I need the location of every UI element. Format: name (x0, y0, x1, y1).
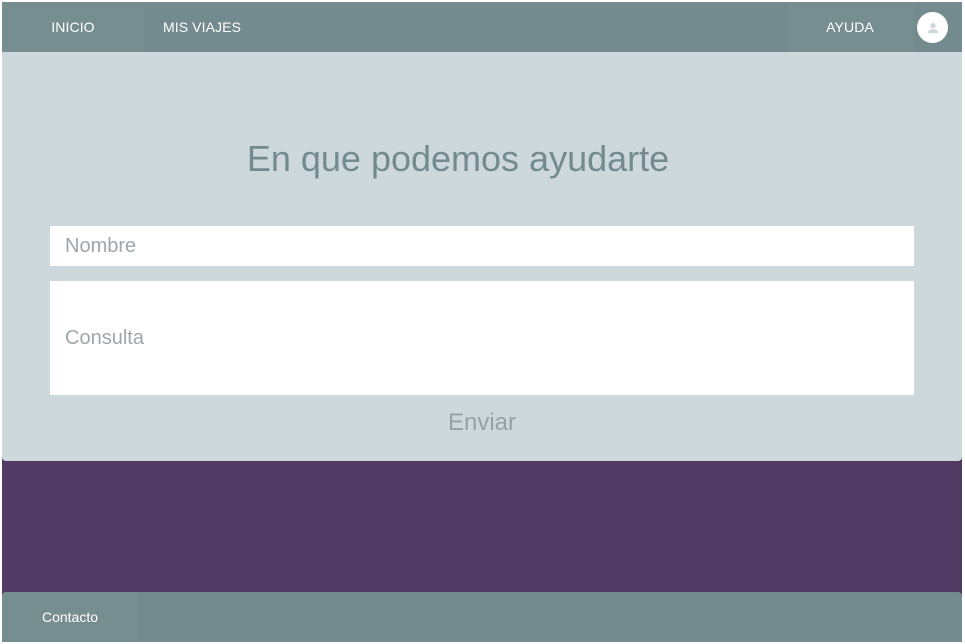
enviar-button[interactable]: Enviar (2, 409, 962, 437)
nombre-input[interactable] (50, 226, 914, 266)
nav-inicio-label: INICIO (51, 19, 95, 35)
app-frame: INICIO MIS VIAJES AYUDA En que podemos a… (2, 2, 962, 642)
footer: Contacto (2, 592, 962, 642)
nav-mis-viajes-label: MIS VIAJES (162, 19, 242, 35)
consulta-textarea[interactable] (50, 281, 914, 395)
footer-contacto-link[interactable]: Contacto (2, 592, 138, 642)
footer-contacto-label: Contacto (41, 609, 99, 625)
page-title: En que podemos ayudarte (246, 138, 670, 179)
nav-mis-viajes[interactable]: MIS VIAJES (144, 2, 260, 52)
top-navbar: INICIO MIS VIAJES AYUDA (2, 2, 962, 52)
nav-inicio[interactable]: INICIO (2, 2, 144, 52)
nav-ayuda-label: AYUDA (826, 19, 874, 35)
nav-ayuda[interactable]: AYUDA (786, 2, 914, 52)
user-avatar[interactable] (917, 12, 948, 43)
user-icon (927, 22, 938, 33)
help-card: En que podemos ayudarte Enviar (2, 52, 962, 461)
